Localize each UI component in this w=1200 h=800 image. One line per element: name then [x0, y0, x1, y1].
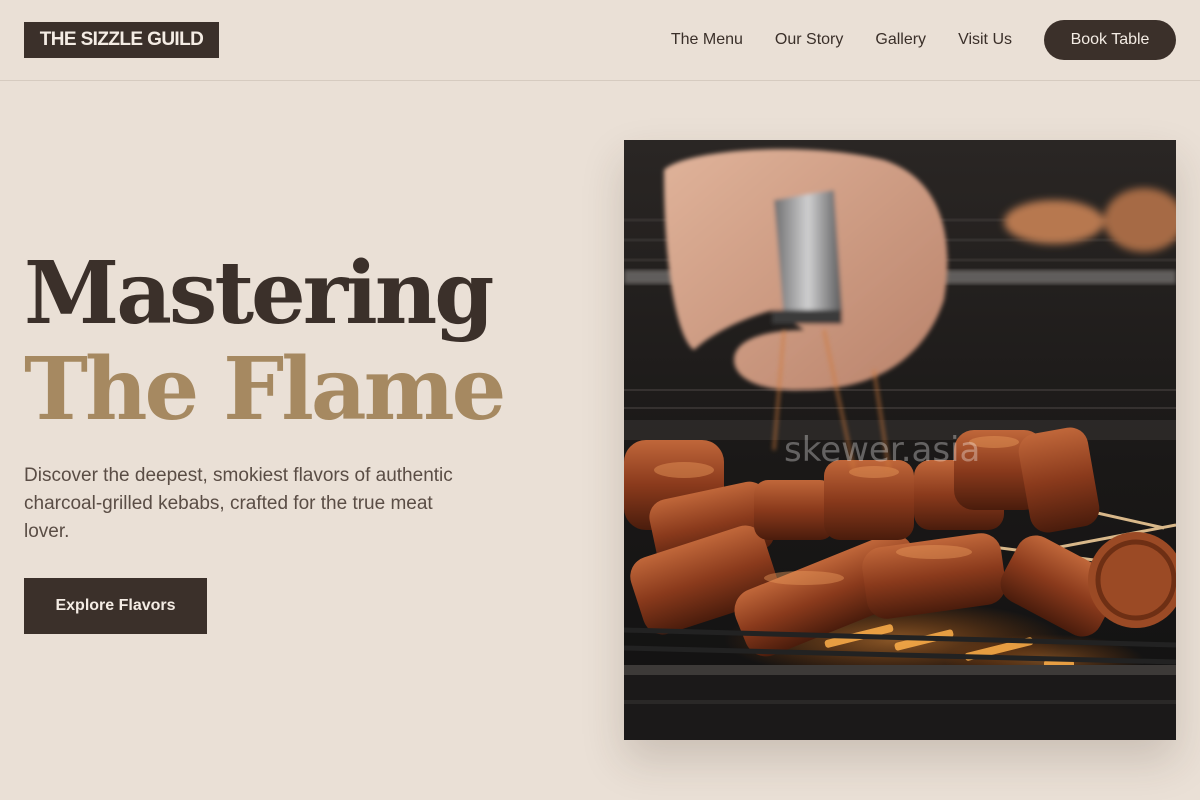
nav-link-our-story[interactable]: Our Story	[775, 31, 843, 49]
hero-title-line2: The Flame	[24, 339, 506, 440]
image-watermark: skewer.asia	[784, 430, 981, 470]
nav-link-visit-us[interactable]: Visit Us	[958, 31, 1012, 49]
book-table-button[interactable]: Book Table	[1044, 20, 1176, 60]
hero-title: Mastering The Flame	[24, 243, 506, 440]
hero-title-line1: Mastering	[24, 243, 494, 344]
hero-image-grilled-kebabs: skewer.asia	[624, 140, 1176, 740]
hero-description: Discover the deepest, smokiest flavors o…	[24, 465, 453, 542]
nav-link-menu[interactable]: The Menu	[671, 31, 743, 49]
explore-flavors-button[interactable]: Explore Flavors	[24, 578, 207, 634]
site-header: THE SIZZLE GUILD The Menu Our Story Gall…	[0, 0, 1200, 81]
nav-link-gallery[interactable]: Gallery	[875, 31, 926, 49]
main-nav: The Menu Our Story Gallery Visit Us	[671, 0, 1012, 80]
logo[interactable]: THE SIZZLE GUILD	[24, 22, 219, 58]
